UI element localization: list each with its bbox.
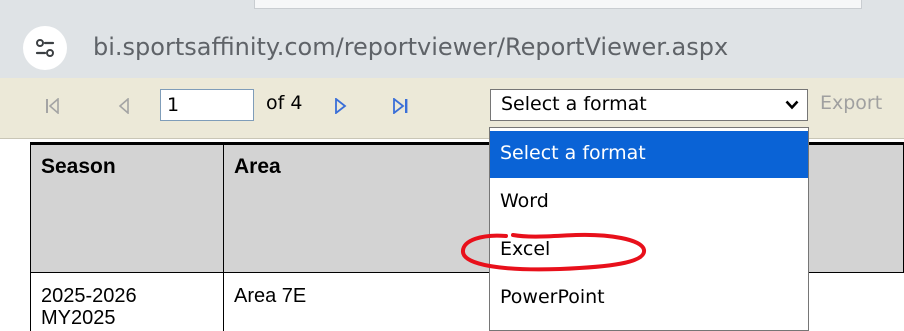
last-page-icon[interactable] <box>392 97 410 118</box>
overlay-popup-edge <box>254 0 862 9</box>
option-label: Word <box>500 190 549 212</box>
format-option-excel[interactable]: Excel <box>490 227 808 274</box>
previous-page-icon[interactable] <box>116 97 132 118</box>
format-option-powerpoint[interactable]: PowerPoint <box>490 275 808 322</box>
address-bar[interactable]: bi.sportsaffinity.com/reportviewer/Repor… <box>0 18 904 78</box>
first-page-icon[interactable] <box>44 97 60 118</box>
column-header-season[interactable]: Season <box>31 145 224 273</box>
format-select-value: Select a format <box>501 93 647 115</box>
page-count-label: of 4 <box>266 92 303 114</box>
format-option-select[interactable]: Select a format <box>490 131 808 178</box>
site-info-icon[interactable] <box>23 26 67 70</box>
cell-text: Area 7E <box>234 285 307 307</box>
format-dropdown-list: Select a format Word Excel PowerPoint <box>489 127 809 331</box>
next-page-icon[interactable] <box>333 97 349 118</box>
column-header-label: Season <box>41 155 116 178</box>
chevron-down-icon <box>785 100 799 110</box>
page-number-input[interactable] <box>160 89 254 121</box>
column-header-label: Area <box>234 155 281 178</box>
option-label: PowerPoint <box>500 286 605 308</box>
option-label: Excel <box>500 238 551 260</box>
option-label: Select a format <box>500 142 646 164</box>
cell-text: 2025-2026 MY2025 <box>41 285 137 329</box>
table-cell-season: 2025-2026 MY2025 <box>31 273 224 331</box>
format-option-word[interactable]: Word <box>490 179 808 226</box>
url-text[interactable]: bi.sportsaffinity.com/reportviewer/Repor… <box>93 31 728 63</box>
export-link[interactable]: Export <box>820 92 882 114</box>
browser-top-strip <box>0 0 904 18</box>
export-format-select[interactable]: Select a format <box>490 89 808 121</box>
